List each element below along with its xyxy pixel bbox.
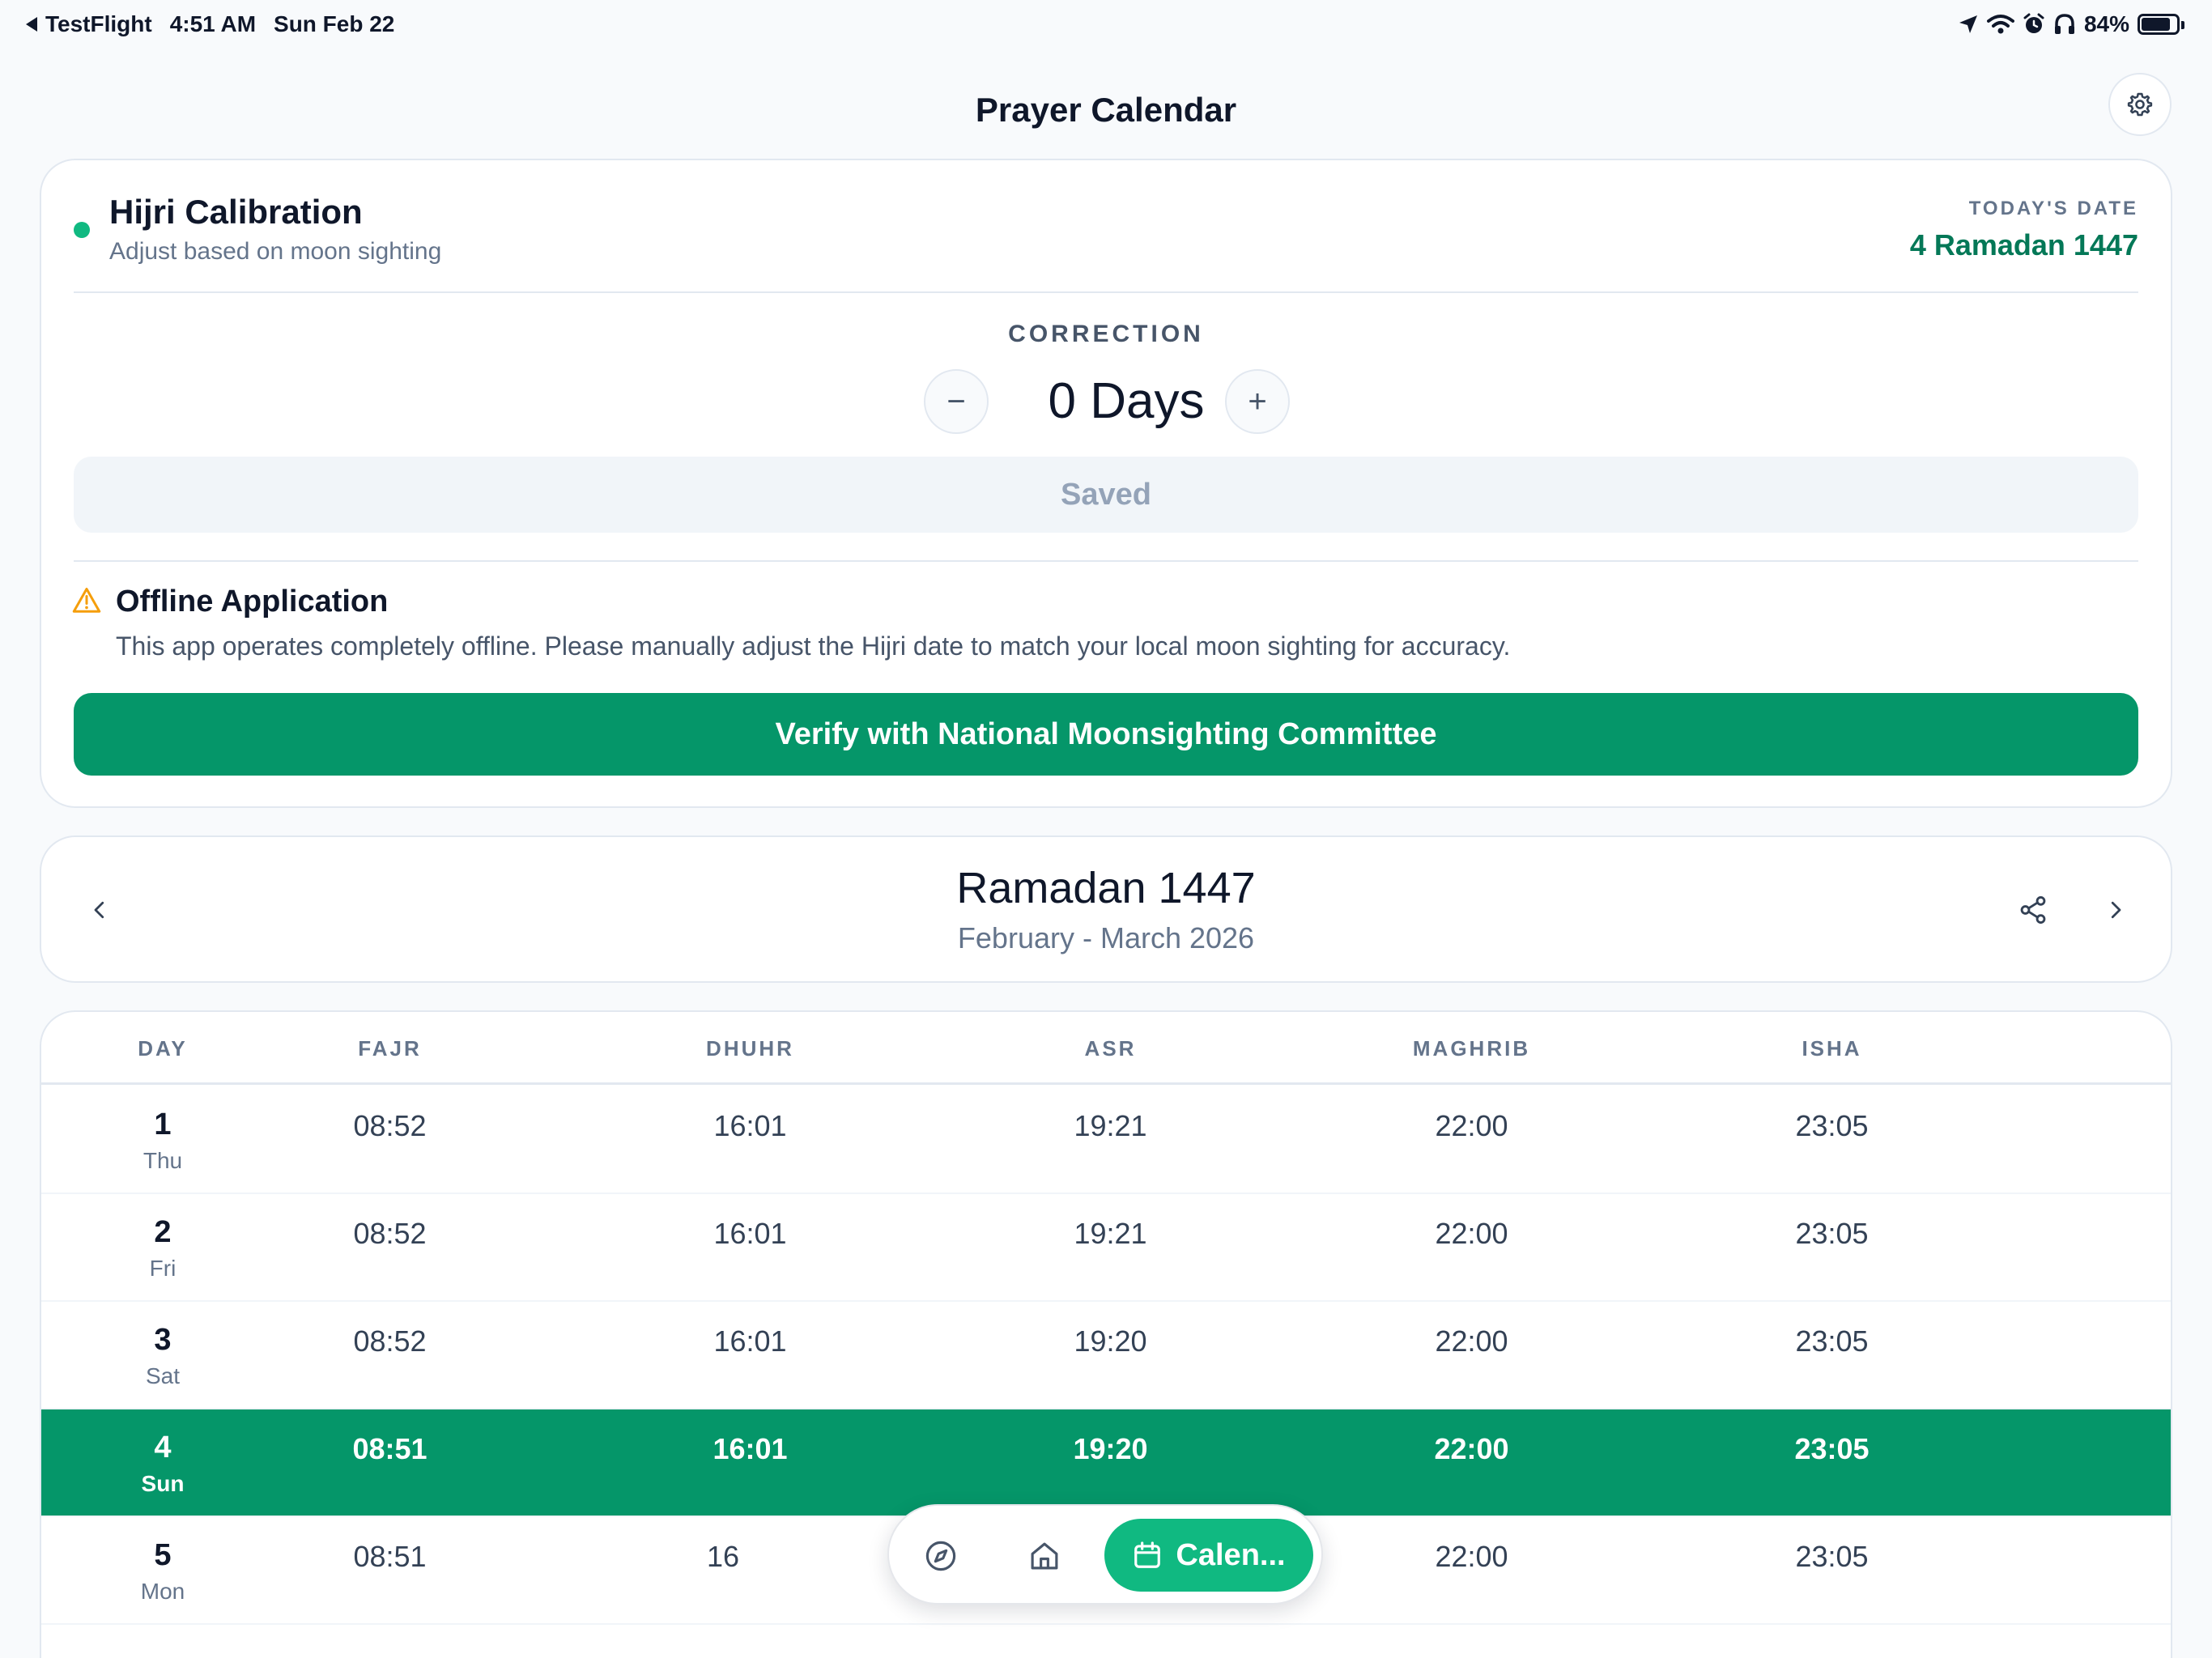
back-app-label: TestFlight [45, 11, 152, 36]
column-header-isha: ISHA [1802, 1036, 1862, 1061]
saved-button[interactable]: Saved [74, 457, 2138, 533]
isha-time: 23:05 [1795, 1217, 1869, 1250]
column-header-dhuhr: DHUHR [706, 1036, 794, 1061]
location-arrow-icon [1959, 15, 1977, 33]
bottom-tab-bar: Calen... [887, 1504, 1323, 1605]
column-header-fajr: FAJR [358, 1036, 422, 1061]
chevron-right-icon [2111, 901, 2121, 919]
page-title: Prayer Calendar [975, 91, 1237, 129]
status-bar: TestFlight 4:51 AM Sun Feb 22 84% [0, 0, 2212, 52]
dhuhr-time: 16:01 [713, 1324, 787, 1358]
calibration-title: Hijri Calibration [109, 193, 363, 231]
calendar-icon [1134, 1541, 1161, 1568]
maghrib-time: 22:00 [1435, 1109, 1508, 1142]
column-header-asr: ASR [1084, 1036, 1137, 1061]
gregorian-month-range: February - March 2026 [957, 921, 1255, 954]
maghrib-time: 22:00 [1435, 1217, 1508, 1250]
tab-calendar[interactable]: Calen... [1104, 1519, 1313, 1592]
todays-date-value: 4 Ramadan 1447 [1909, 228, 2138, 261]
tab-explore[interactable] [917, 1532, 965, 1580]
fajr-time: 08:51 [352, 1432, 428, 1465]
table-row[interactable]: 3 Sat 08:52 16:01 19:20 22:00 23:05 [41, 1302, 2171, 1409]
table-row[interactable]: 2 Fri 08:52 16:01 19:21 22:00 23:05 [41, 1194, 2171, 1302]
weekday: Mon [140, 1579, 185, 1604]
back-to-app-link[interactable]: TestFlight [24, 11, 152, 37]
isha-time: 23:05 [1795, 1540, 1869, 1573]
fajr-time: 08:52 [353, 1109, 427, 1142]
asr-time: 19:20 [1073, 1432, 1148, 1465]
table-row[interactable]: 1 Thu 08:52 16:01 19:21 22:00 23:05 [41, 1086, 2171, 1194]
calibration-subtitle: Adjust based on moon sighting [109, 238, 442, 265]
table-header: DAY FAJR DHUHR ASR MAGHRIB ISHA [41, 1012, 2171, 1085]
hijri-month-title: Ramadan 1447 [956, 864, 1256, 912]
offline-title: Offline Application [116, 585, 389, 619]
status-bar-left: TestFlight 4:51 AM Sun Feb 22 [24, 11, 394, 37]
table-row-today[interactable]: 4 Sun 08:51 16:01 19:20 22:00 23:05 [41, 1409, 2171, 1517]
share-icon [2020, 896, 2046, 924]
status-dot [74, 222, 90, 238]
fajr-time: 08:51 [353, 1540, 427, 1573]
alarm-icon [2023, 13, 2044, 33]
next-month-button[interactable] [2090, 884, 2142, 936]
tab-home[interactable] [1020, 1532, 1069, 1580]
isha-time: 23:05 [1794, 1432, 1870, 1465]
share-button[interactable] [2007, 884, 2059, 936]
dhuhr-time: 16:01 [713, 1217, 787, 1250]
column-header-maghrib: MAGHRIB [1412, 1036, 1531, 1061]
warning-icon [72, 588, 101, 613]
isha-time: 23:05 [1795, 1109, 1869, 1142]
status-time: 4:51 AM [169, 11, 257, 36]
correction-value: 0 Days [1048, 373, 1205, 429]
dhuhr-time: 16 [707, 1540, 740, 1573]
compass-icon [925, 1541, 956, 1571]
status-date: Sun Feb 22 [274, 11, 395, 36]
correction-label: CORRECTION [1008, 321, 1204, 347]
back-triangle-icon [26, 17, 37, 32]
asr-time: 19:20 [1074, 1324, 1147, 1358]
increase-correction-button[interactable]: + [1225, 369, 1290, 434]
status-bar-right: 84% [1958, 11, 2184, 37]
asr-time: 19:21 [1074, 1217, 1147, 1250]
divider [74, 291, 2138, 293]
offline-description: This app operates completely offline. Pl… [116, 631, 1511, 661]
gear-icon [2127, 92, 2153, 117]
fajr-time: 08:52 [353, 1217, 427, 1250]
todays-date-label: TODAY'S DATE [1968, 198, 2138, 219]
hijri-calibration-card: Hijri Calibration Adjust based on moon s… [40, 159, 2172, 808]
asr-time: 19:21 [1074, 1109, 1147, 1142]
fajr-time: 08:52 [353, 1324, 427, 1358]
headphones-icon [2054, 14, 2074, 34]
month-navigation-card: Ramadan 1447 February - March 2026 [40, 835, 2172, 983]
maghrib-time: 22:00 [1435, 1540, 1508, 1573]
weekday: Thu [143, 1148, 183, 1173]
weekday: Sun [141, 1471, 185, 1496]
settings-button[interactable] [2108, 73, 2172, 136]
maghrib-time: 22:00 [1435, 1324, 1508, 1358]
battery-percent: 84% [2083, 11, 2129, 36]
divider [74, 560, 2138, 562]
wifi-icon [1986, 15, 2014, 34]
decrease-correction-button[interactable]: − [924, 369, 989, 434]
isha-time: 23:05 [1795, 1324, 1869, 1358]
dhuhr-time: 16:01 [713, 1432, 788, 1465]
tab-calendar-label: Calen... [1176, 1537, 1286, 1572]
home-icon [1031, 1542, 1058, 1570]
battery-icon [2138, 14, 2184, 35]
weekday: Sat [145, 1363, 181, 1388]
verify-moonsighting-button[interactable]: Verify with National Moonsighting Commit… [74, 693, 2138, 776]
weekday: Fri [149, 1256, 177, 1281]
battery-level [2142, 18, 2171, 31]
maghrib-time: 22:00 [1434, 1432, 1509, 1465]
dhuhr-time: 16:01 [713, 1109, 787, 1142]
